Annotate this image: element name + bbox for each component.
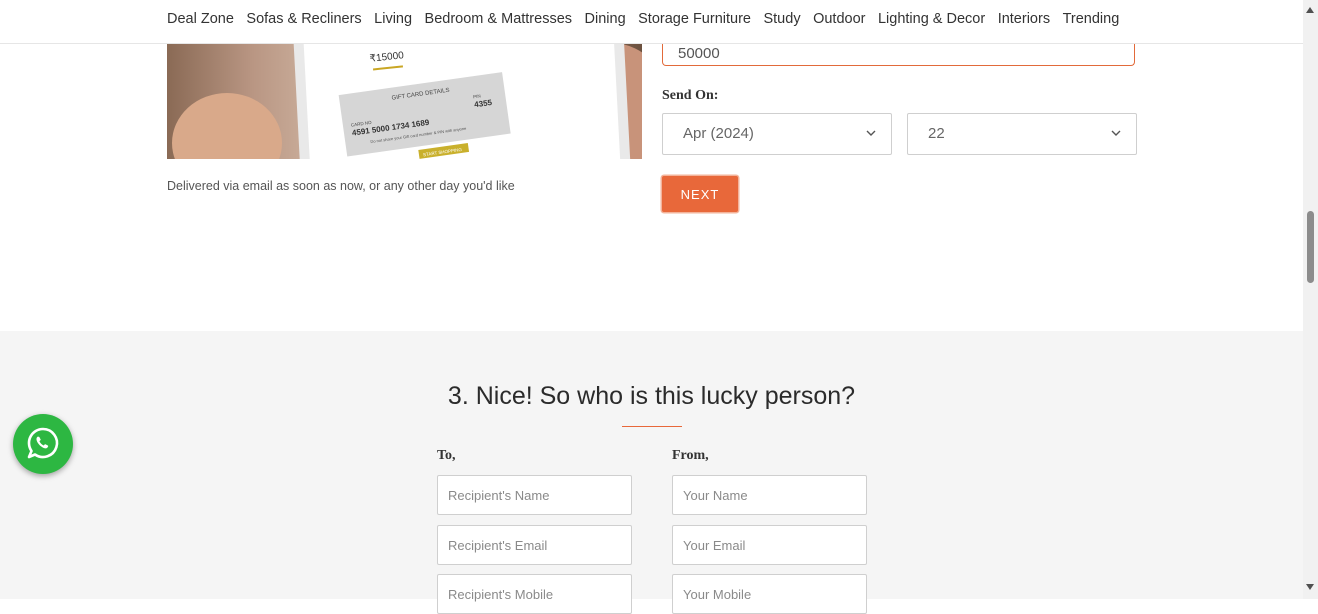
pin-label-text: PIN [473,93,481,99]
recipient-mobile-input[interactable] [437,574,632,614]
send-month-select[interactable]: Apr (2024) [662,113,892,155]
recipient-section-title: 3. Nice! So who is this lucky person? [447,382,856,410]
whatsapp-button[interactable] [13,414,73,474]
top-navigation: Deal Zone Sofas & Recliners Living Bedroom … [0,0,1303,44]
nav-item[interactable]: Interiors [998,11,1050,27]
nav-item[interactable]: Storage Furniture [638,11,751,27]
from-label: From, [672,448,709,463]
send-day-value: 22 [928,125,945,142]
sender-email-input[interactable] [672,525,867,565]
send-month-value: Apr (2024) [683,125,754,142]
nav-item[interactable]: Bedroom & Mattresses [425,11,572,27]
next-button[interactable]: NEXT [662,176,738,212]
nav-item[interactable]: Dining [585,11,626,27]
nav-item[interactable]: Outdoor [813,11,865,27]
whatsapp-icon [27,427,59,459]
nav-item[interactable]: Deal Zone [167,11,234,27]
recipient-section: 3. Nice! So who is this lucky person? To… [0,331,1303,614]
chevron-down-icon [1111,130,1121,136]
send-day-select[interactable]: 22 [907,113,1137,155]
nav-menu: Deal Zone Sofas & Recliners Living Bedroom … [167,11,1132,27]
recipient-email-input[interactable] [437,525,632,565]
delivery-caption: Delivered via email as soon as now, or a… [167,179,515,193]
recipient-name-input[interactable] [437,475,632,515]
scrollbar-thumb[interactable] [1307,211,1314,283]
send-on-label: Send On: [662,88,719,103]
chevron-down-icon [866,130,876,136]
nav-item[interactable]: Lighting & Decor [878,11,985,27]
scroll-up-arrow-icon[interactable] [1306,7,1314,13]
sender-name-input[interactable] [672,475,867,515]
to-label: To, [437,448,456,463]
gift-card-image: ₹15000 GIFT CARD DETAILS CARD NO 4591 50… [167,43,642,159]
gift-card-amount-section: ₹15000 GIFT CARD DETAILS CARD NO 4591 50… [0,37,1303,331]
nav-item[interactable]: Trending [1063,11,1120,27]
nav-item[interactable]: Sofas & Recliners [246,11,361,27]
page-scrollbar[interactable] [1303,0,1318,599]
scroll-down-arrow-icon[interactable] [1306,584,1314,590]
title-divider [622,426,682,427]
sender-mobile-input[interactable] [672,574,867,614]
nav-item[interactable]: Study [763,11,800,27]
nav-item[interactable]: Living [374,11,412,27]
